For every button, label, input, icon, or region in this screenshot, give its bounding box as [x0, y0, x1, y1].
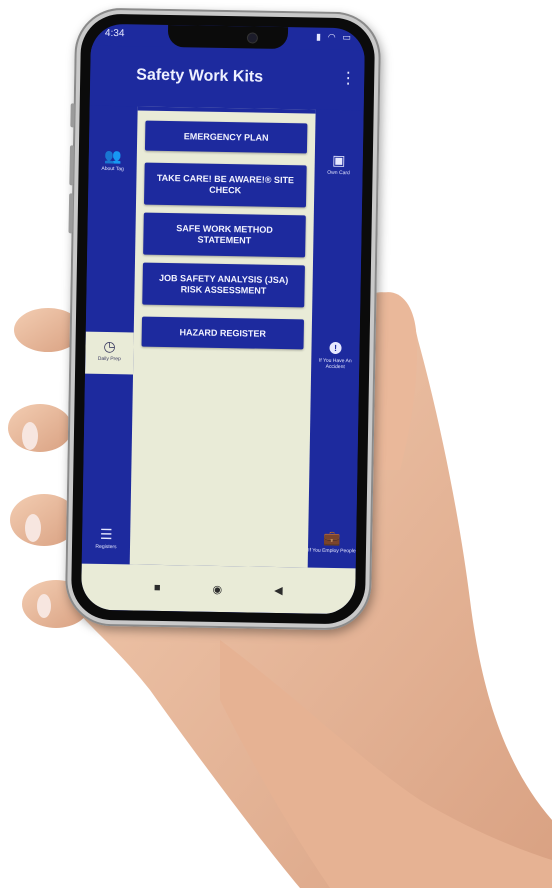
main-content: EMERGENCY PLAN TAKE CARE! BE AWARE!® SIT… — [129, 106, 316, 568]
swms-button[interactable]: SAFE WORK METHOD STATEMENT — [143, 212, 306, 258]
right-nav-rail: ▣ Own Card ! If You Have An Accident 💼 I… — [307, 109, 364, 569]
rail-item-label: If You Employ People — [308, 547, 356, 555]
rail-item-label: Registers — [95, 543, 117, 551]
rail-item-label: Own Card — [327, 169, 350, 177]
status-icons: ▮ ◠ ▭ — [312, 32, 351, 49]
site-check-button[interactable]: TAKE CARE! BE AWARE!® SITE CHECK — [143, 162, 307, 208]
rail-item-daily-prep[interactable]: ◷ Daily Prep — [85, 331, 134, 375]
rail-item-label: About Tag — [101, 165, 124, 173]
id-card-icon: ▣ — [332, 151, 346, 169]
emergency-plan-button[interactable]: EMERGENCY PLAN — [144, 120, 308, 154]
wifi-icon: ◠ — [327, 31, 336, 42]
jsa-button[interactable]: JOB SAFETY ANALYSIS (JSA) RISK ASSESSMEN… — [142, 262, 305, 308]
rail-item-label: Daily Prep — [97, 355, 121, 363]
rail-item-label: If You Have An Accident — [318, 357, 352, 371]
rail-item-accident[interactable]: ! If You Have An Accident — [311, 338, 360, 371]
signal-icon: ▮ — [315, 31, 322, 42]
more-vert-icon[interactable]: ⋮ — [340, 68, 356, 88]
status-time: 4:34 — [104, 27, 125, 40]
rail-item-employ-people[interactable]: 💼 If You Employ People — [308, 530, 356, 555]
hazard-register-button[interactable]: HAZARD REGISTER — [141, 316, 305, 350]
back-button[interactable]: ◀ — [274, 583, 283, 596]
phone-frame: 4:34 ▮ ◠ ▭ Safety Work Kits ⋮ 👥 About Ta… — [64, 7, 382, 631]
people-icon: 👥 — [103, 147, 122, 165]
list-icon: ☰ — [99, 525, 113, 543]
system-nav-bar: ■ ◉ ◀ — [80, 563, 356, 615]
volume-up-button — [69, 145, 75, 186]
phone-bezel: 4:34 ▮ ◠ ▭ Safety Work Kits ⋮ 👥 About Ta… — [70, 13, 376, 625]
briefcase-icon: 💼 — [323, 529, 342, 547]
alert-icon: ! — [329, 341, 342, 355]
battery-icon: ▭ — [342, 32, 352, 43]
status-bar: 4:34 ▮ ◠ ▭ — [105, 28, 351, 48]
left-nav-rail: 👥 About Tag ◷ Daily Prep ☰ Registers — [81, 105, 138, 565]
rail-item-about-tag[interactable]: 👥 About Tag — [89, 148, 137, 173]
home-button[interactable]: ◉ — [212, 582, 222, 595]
phone-screen: 4:34 ▮ ◠ ▭ Safety Work Kits ⋮ 👥 About Ta… — [80, 23, 366, 615]
rail-item-own-card[interactable]: ▣ Own Card — [315, 152, 363, 177]
mute-switch — [70, 103, 75, 128]
app-bar: Safety Work Kits ⋮ — [89, 45, 365, 111]
volume-down-button — [68, 193, 74, 234]
rail-item-registers[interactable]: ☰ Registers — [82, 526, 130, 551]
recents-button[interactable]: ■ — [154, 582, 161, 594]
app-title: Safety Work Kits — [136, 66, 264, 86]
clock-icon: ◷ — [103, 337, 116, 355]
